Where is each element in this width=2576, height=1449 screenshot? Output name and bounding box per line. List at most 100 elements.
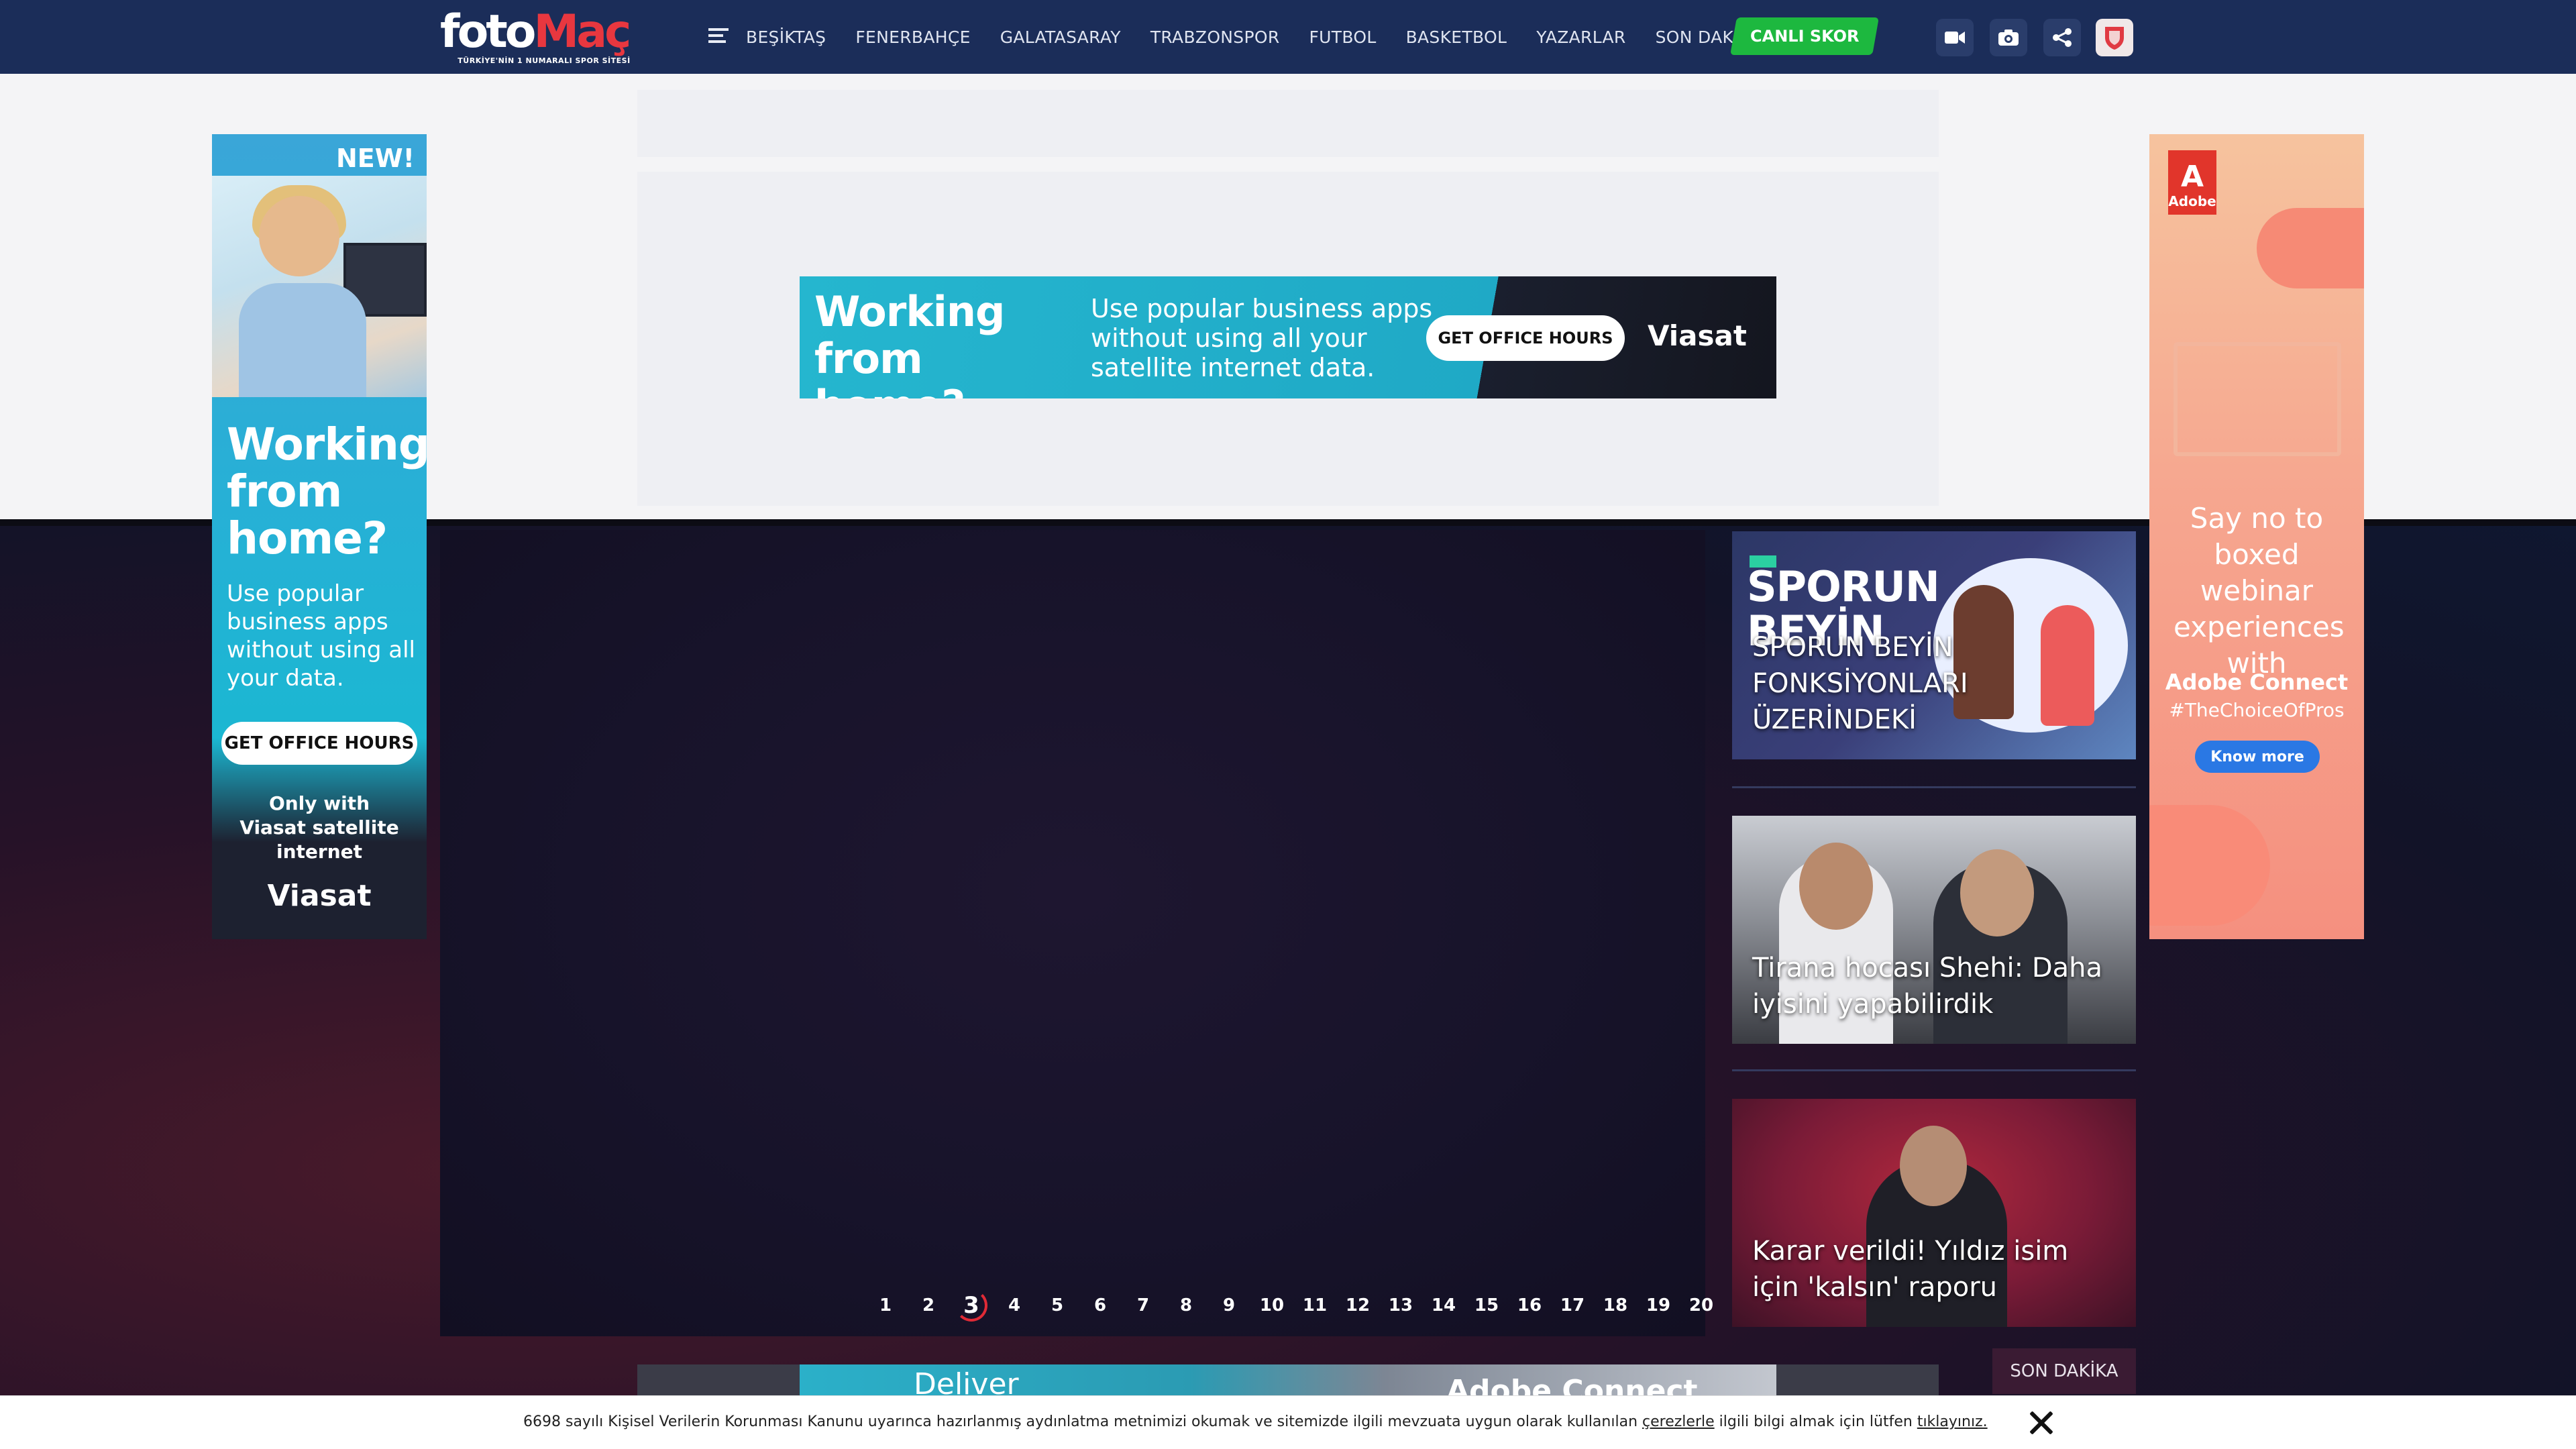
- gallery-page-label: 19: [1646, 1295, 1671, 1316]
- gallery-page-label: 18: [1603, 1295, 1628, 1316]
- ad-headline: Working from home?: [227, 419, 427, 564]
- gallery-page-label: 1: [879, 1295, 892, 1316]
- cookie-notice: 6698 sayılı Kişisel Verilerin Korunması …: [0, 1395, 2576, 1449]
- news-card-title: Tirana hocası Shehi: Daha iyisini yapabi…: [1752, 953, 2103, 1020]
- gallery-page-label: 9: [1222, 1295, 1236, 1316]
- gallery-page-12[interactable]: 12: [1338, 1287, 1378, 1324]
- news-card[interactable]: SPORUN BEYİN SPORUN BEYİN FONKSİYONLARI …: [1732, 531, 2136, 759]
- gallery-page-label: 13: [1388, 1295, 1413, 1316]
- camera-icon[interactable]: [1990, 19, 2027, 56]
- gallery-page-8[interactable]: 8: [1166, 1287, 1206, 1324]
- gallery-page-1[interactable]: 1: [865, 1287, 906, 1324]
- adobe-skyscraper-ad[interactable]: A Adobe Say no to boxed webinar experien…: [2149, 134, 2364, 939]
- gallery-page-3[interactable]: 3: [951, 1287, 991, 1324]
- ad-brand: Adobe Connect: [2165, 669, 2349, 695]
- gallery-page-label: 2: [922, 1295, 935, 1316]
- logo-wordmark: fotoMaç: [440, 9, 648, 55]
- cookie-link[interactable]: tıklayınız.: [1917, 1413, 1988, 1430]
- ad-decoration: [2257, 208, 2364, 288]
- active-page-indicator: [955, 1289, 987, 1322]
- gallery-page-5[interactable]: 5: [1037, 1287, 1077, 1324]
- gallery-page-label: 16: [1517, 1295, 1542, 1316]
- cookie-text: 6698 sayılı Kişisel Verilerin Korunması …: [523, 1413, 1988, 1430]
- gallery-page-label: 10: [1259, 1295, 1285, 1316]
- gallery-page-15[interactable]: 15: [1466, 1287, 1507, 1324]
- live-score-button[interactable]: CANLI SKOR: [1730, 17, 1879, 55]
- ad-hashtag: #TheChoiceOfPros: [2169, 699, 2345, 721]
- card-photo-head: [1799, 843, 1873, 930]
- hamburger-menu-icon[interactable]: [708, 28, 729, 46]
- gallery-page-label: 5: [1051, 1295, 1064, 1316]
- viasat-banner-ad[interactable]: Working from home? Use popular business …: [800, 276, 1776, 398]
- adobe-logo-icon: A Adobe: [2168, 150, 2216, 215]
- gallery-page-9[interactable]: 9: [1209, 1287, 1249, 1324]
- site-logo[interactable]: fotoMaç TÜRKİYE'NİN 1 NUMARALI SPOR SİTE…: [440, 9, 648, 66]
- ad-note: Only with Viasat satellite internet: [239, 792, 399, 863]
- gallery-page-13[interactable]: 13: [1381, 1287, 1421, 1324]
- top-navigation-bar: fotoMaç TÜRKİYE'NİN 1 NUMARALI SPOR SİTE…: [0, 0, 2576, 74]
- gallery-page-19[interactable]: 19: [1638, 1287, 1678, 1324]
- team-badge-icon[interactable]: [2096, 19, 2133, 56]
- gallery-page-label: 12: [1345, 1295, 1371, 1316]
- son-dakika-tab[interactable]: SON DAKİKA: [1992, 1348, 2136, 1394]
- gallery-page-11[interactable]: 11: [1295, 1287, 1335, 1324]
- ad-slot-leaderboard-thin: [637, 90, 1939, 157]
- gallery-page-7[interactable]: 7: [1123, 1287, 1163, 1324]
- logo-accent: Maç: [533, 5, 632, 58]
- ad-photo-body: [239, 283, 366, 397]
- news-card[interactable]: Karar verildi! Yıldız isim için 'kalsın'…: [1732, 1099, 2136, 1327]
- ad-decoration: [2149, 805, 2270, 926]
- nav-item-fenerbahce[interactable]: FENERBAHÇE: [855, 28, 970, 47]
- ad-photo-head: [259, 196, 339, 276]
- gallery-page-label: 14: [1431, 1295, 1456, 1316]
- ad-cta-button[interactable]: GET OFFICE HOURS: [1426, 315, 1625, 361]
- gallery-page-16[interactable]: 16: [1509, 1287, 1550, 1324]
- ad-cta-button[interactable]: Know more: [2195, 741, 2320, 773]
- card-photo-head: [1900, 1126, 1967, 1206]
- nav-item-yazarlar[interactable]: YAZARLAR: [1536, 28, 1625, 47]
- close-icon[interactable]: [2025, 1407, 2057, 1439]
- cookie-text-start: 6698 sayılı Kişisel Verilerin Korunması …: [523, 1413, 1643, 1430]
- photo-gallery-viewer[interactable]: 1 2 3 4 5 6 7 8 9 10 11 12 13 14 15 16 17 18 19 20: [440, 530, 1713, 1336]
- cookie-link[interactable]: çerezlerle: [1642, 1413, 1715, 1430]
- ad-brand: Viasat: [267, 879, 372, 913]
- card-photo-head: [1960, 849, 2034, 936]
- nav-item-basketbol[interactable]: BASKETBOL: [1406, 28, 1507, 47]
- gallery-page-14[interactable]: 14: [1424, 1287, 1464, 1324]
- gallery-page-10[interactable]: 10: [1252, 1287, 1292, 1324]
- gallery-page-label: 17: [1560, 1295, 1585, 1316]
- nav-item-besiktas[interactable]: BEŞİKTAŞ: [746, 28, 826, 47]
- ad-headline: Working from home?: [814, 287, 1005, 399]
- ad-screen-illustration: [2174, 342, 2341, 456]
- ad-subline: Use popular business apps without using …: [1091, 294, 1433, 382]
- logo-main: foto: [440, 5, 537, 58]
- card-divider: [1732, 786, 2136, 788]
- share-icon[interactable]: [2043, 19, 2081, 56]
- nav-item-galatasaray[interactable]: GALATASARAY: [1000, 28, 1121, 47]
- gallery-page-17[interactable]: 17: [1552, 1287, 1593, 1324]
- ad-new-badge: NEW!: [335, 144, 415, 173]
- news-card[interactable]: Tirana hocası Shehi: Daha iyisini yapabi…: [1732, 816, 2136, 1044]
- news-card-title: SPORUN BEYİN FONKSİYONLARI ÜZERİNDEKİ: [1752, 632, 1968, 735]
- cookie-text-middle: ilgili bilgi almak için lütfen: [1714, 1413, 1917, 1430]
- ad-subline: Use popular business apps without using …: [227, 580, 415, 692]
- viasat-skyscraper-ad[interactable]: NEW! Working from home? Use popular busi…: [212, 134, 427, 939]
- logo-tagline: TÜRKİYE'NİN 1 NUMARALI SPOR SİTESİ: [458, 56, 631, 65]
- gallery-page-label: 8: [1179, 1295, 1193, 1316]
- card-divider: [1732, 1069, 2136, 1071]
- gallery-page-4[interactable]: 4: [994, 1287, 1034, 1324]
- gallery-page-20[interactable]: 20: [1681, 1287, 1721, 1324]
- live-score-label: CANLI SKOR: [1750, 27, 1860, 46]
- gallery-page-label: 6: [1093, 1295, 1107, 1316]
- nav-item-trabzonspor[interactable]: TRABZONSPOR: [1150, 28, 1280, 47]
- ad-cta-button[interactable]: GET OFFICE HOURS: [221, 722, 417, 765]
- adobe-logo-mark: A: [2180, 160, 2204, 194]
- nav-item-futbol[interactable]: FUTBOL: [1309, 28, 1377, 47]
- gallery-page-label: 4: [1008, 1295, 1021, 1316]
- gallery-page-6[interactable]: 6: [1080, 1287, 1120, 1324]
- video-icon[interactable]: [1936, 19, 1974, 56]
- gallery-page-label: 20: [1688, 1295, 1714, 1316]
- gallery-pager: 1 2 3 4 5 6 7 8 9 10 11 12 13 14 15 16 17 18 19 20: [440, 1287, 1713, 1324]
- gallery-page-2[interactable]: 2: [908, 1287, 949, 1324]
- gallery-page-18[interactable]: 18: [1595, 1287, 1635, 1324]
